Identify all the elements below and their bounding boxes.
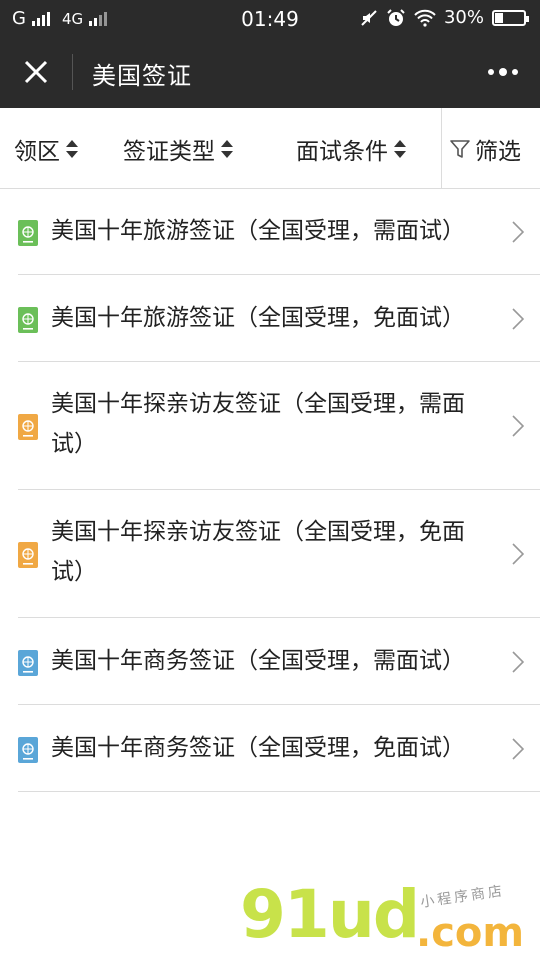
chevron-right-icon	[512, 543, 524, 565]
funnel-icon	[450, 140, 470, 158]
list-item-title: 美国十年探亲访友签证（全国受理，需面 试）	[51, 384, 511, 464]
list-item[interactable]: 美国十年商务签证（全国受理，免面试）	[18, 705, 540, 792]
passport-icon	[18, 220, 38, 246]
wifi-icon	[414, 9, 436, 27]
battery-icon	[492, 9, 529, 26]
list-item-title: 美国十年旅游签证（全国受理，免面试）	[51, 305, 465, 331]
passport-icon	[18, 650, 38, 676]
page-title: 美国签证	[92, 62, 192, 90]
list-item[interactable]: 美国十年探亲访友签证（全国受理，免面 试）	[18, 490, 540, 618]
chevron-right-icon	[512, 308, 524, 330]
list-item[interactable]: 美国十年旅游签证（全国受理，需面试）	[18, 188, 540, 275]
list-item[interactable]: 美国十年商务签证（全国受理，需面试）	[18, 618, 540, 705]
visa-list: 美国十年旅游签证（全国受理，需面试） 美国十年旅游签证（全国受理，免面试） 美国…	[18, 188, 540, 792]
filter-interview-label: 面试条件	[296, 139, 388, 165]
chevron-right-icon	[512, 738, 524, 760]
watermark-sub: 小程序商店	[419, 883, 506, 911]
sort-arrows-icon	[394, 140, 406, 158]
sort-arrows-icon	[66, 140, 78, 158]
chevron-right-icon	[512, 651, 524, 673]
list-item-title-line1: 美国十年探亲访友签证（全国受理，需面	[51, 391, 465, 417]
filter-button-label: 筛选	[475, 139, 521, 165]
sort-arrows-icon	[221, 140, 233, 158]
chevron-right-icon	[512, 415, 524, 437]
alarm-icon	[387, 8, 405, 26]
watermark-logo: 91ud .com 小程序商店	[240, 880, 540, 960]
filter-interview[interactable]: 面试条件	[296, 132, 406, 166]
filter-region[interactable]: 领区	[14, 132, 78, 166]
watermark-dotcom: .com	[416, 910, 525, 956]
list-item-title: 美国十年商务签证（全国受理，免面试）	[51, 735, 465, 761]
filter-divider	[441, 108, 442, 188]
list-item-title: 美国十年旅游签证（全国受理，需面试）	[51, 218, 465, 244]
nav-divider	[72, 54, 73, 90]
list-item[interactable]: 美国十年探亲访友签证（全国受理，需面 试）	[18, 362, 540, 490]
list-item[interactable]: 美国十年旅游签证（全国受理，免面试）	[18, 275, 540, 362]
filter-bar: 领区 签证类型 面试条件 筛选	[0, 108, 540, 189]
list-item-title-line2: 试）	[51, 559, 97, 585]
filter-button[interactable]: 筛选	[449, 132, 521, 166]
filter-region-label: 领区	[14, 139, 60, 165]
battery-percent: 30%	[443, 7, 484, 28]
passport-icon	[18, 542, 38, 568]
list-item-title: 美国十年探亲访友签证（全国受理，免面 试）	[51, 512, 511, 592]
close-icon[interactable]	[18, 54, 54, 90]
watermark-main: 91ud	[240, 876, 420, 953]
nav-bar: 美国签证	[0, 36, 540, 108]
passport-icon	[18, 414, 38, 440]
filter-visa-type[interactable]: 签证类型	[123, 132, 233, 166]
chevron-right-icon	[512, 221, 524, 243]
status-bar: G 4G 01:49 30%	[0, 0, 540, 36]
list-item-title-line1: 美国十年探亲访友签证（全国受理，免面	[51, 519, 465, 545]
more-options-icon[interactable]	[488, 62, 520, 82]
passport-icon	[18, 307, 38, 333]
list-item-title-line2: 试）	[51, 431, 97, 457]
filter-visa-type-label: 签证类型	[123, 139, 215, 165]
status-icons: 30%	[360, 7, 529, 28]
passport-icon	[18, 737, 38, 763]
list-item-title: 美国十年商务签证（全国受理，需面试）	[51, 648, 465, 674]
mute-icon	[361, 9, 377, 26]
